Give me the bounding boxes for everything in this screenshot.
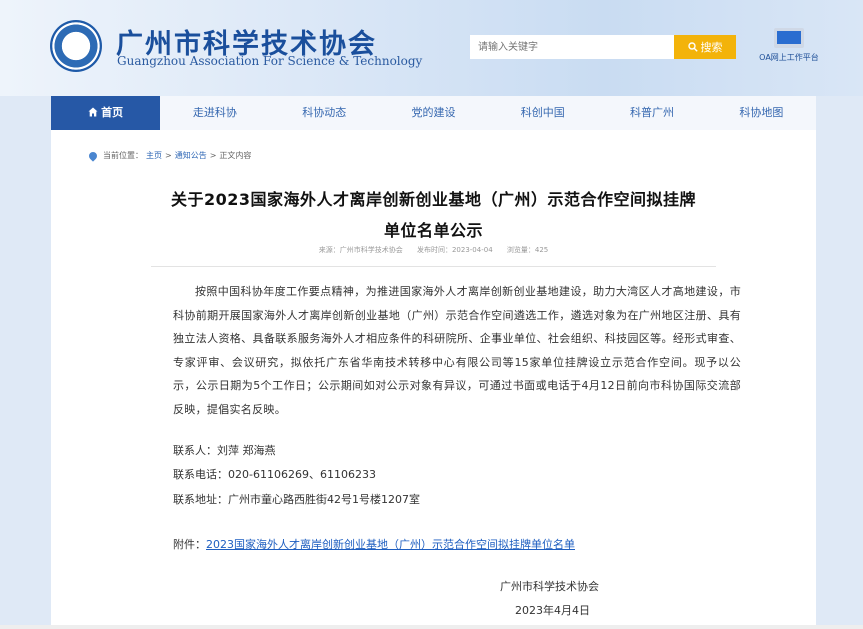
search-input[interactable]	[470, 35, 674, 59]
breadcrumb-prefix: 当前位置：	[103, 151, 143, 160]
article-panel: 当前位置： 主页 > 通知公告 > 正文内容 关于2023国家海外人才离岸创新创…	[51, 130, 816, 629]
site-logo[interactable]	[50, 20, 102, 72]
attachment: 附件：2023国家海外人才离岸创新创业基地（广州）示范合作空间拟挂牌单位名单	[173, 536, 575, 552]
search-button-label: 搜索	[700, 42, 723, 54]
contact-phone: 联系电话：020-61106269、61106233	[173, 468, 376, 481]
nav-item-science-pop[interactable]: 科普广州	[597, 96, 706, 130]
contact-address: 联系地址：广州市童心路西胜街42号1号楼1207室	[173, 493, 420, 506]
article-body: 按照中国科协年度工作要点精神，为推进国家海外人才离岸创新创业基地建设，助力大湾区…	[173, 285, 741, 416]
attachment-prefix: 附件：	[173, 538, 206, 551]
breadcrumb-separator: >	[165, 151, 172, 160]
oa-platform-link[interactable]: OA网上工作平台	[748, 28, 830, 63]
nav-item-party[interactable]: 党的建设	[379, 96, 488, 130]
page-bottom-edge	[0, 625, 863, 629]
breadcrumb-section-link[interactable]: 通知公告	[175, 150, 207, 161]
site-header: 广州市科学技术协会 Guangzhou Association For Scie…	[0, 0, 863, 96]
breadcrumb-current: 正文内容	[219, 151, 252, 160]
nav-item-home[interactable]: 首页	[51, 96, 161, 130]
nav-item-innovation[interactable]: 科创中国	[488, 96, 597, 130]
contact-person: 联系人：刘萍 郑海燕	[173, 444, 276, 457]
search-icon	[687, 42, 698, 52]
article-title-line-2: 单位名单公示	[383, 221, 483, 240]
nav-item-map[interactable]: 科协地图	[707, 96, 816, 130]
signature-org: 广州市科学技术协会	[500, 580, 599, 593]
signature-date: 2023年4月4日	[515, 604, 590, 617]
main-nav: 首页 走进科协 科协动态 党的建设 科创中国 科普广州 科协地图	[51, 96, 816, 130]
breadcrumb-home-link[interactable]: 主页	[146, 150, 162, 161]
home-icon	[88, 107, 98, 117]
location-pin-icon	[87, 149, 99, 162]
attachment-link[interactable]: 2023国家海外人才离岸创新创业基地（广州）示范合作空间拟挂牌单位名单	[206, 538, 575, 551]
article-source: 来源：广州市科学技术协会	[318, 246, 403, 254]
article-meta: 来源：广州市科学技术协会 发布时间：2023-04-04 浏览量：425	[51, 245, 816, 255]
site-subtitle: Guangzhou Association For Science & Tech…	[117, 54, 423, 68]
monitor-icon	[774, 28, 804, 48]
breadcrumb-separator: >	[209, 151, 217, 160]
nav-item-about[interactable]: 走进科协	[160, 96, 269, 130]
article-title-line-1: 关于2023国家海外人才离岸创新创业基地（广州）示范合作空间拟挂牌	[170, 190, 697, 209]
meta-divider	[151, 266, 716, 267]
article-views: 浏览量：425	[506, 246, 549, 254]
search-button[interactable]: 搜索	[674, 35, 736, 59]
nav-item-news[interactable]: 科协动态	[270, 96, 379, 130]
nav-item-label: 首页	[101, 106, 124, 119]
breadcrumb: 当前位置： 主页 > 通知公告 > 正文内容	[87, 149, 252, 162]
oa-platform-label: OA网上工作平台	[759, 53, 819, 62]
article-published: 发布时间：2023-04-04	[416, 246, 493, 254]
